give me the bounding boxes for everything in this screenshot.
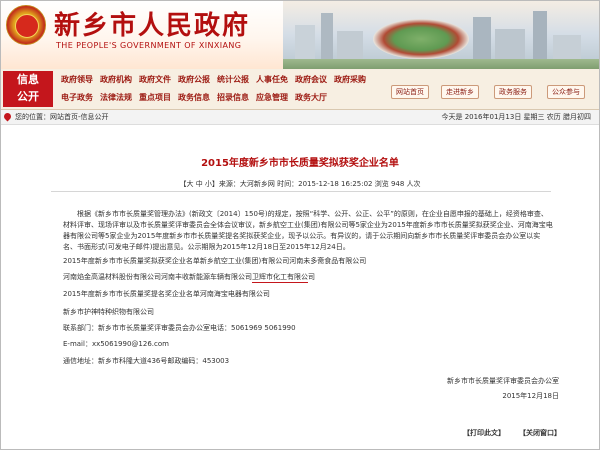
page: 新乡市人民政府 THE PEOPLE'S GOVERNMENT OF XINXI…: [0, 0, 600, 450]
nav-item-emergency[interactable]: 应急管理: [256, 93, 288, 102]
signature-org: 新乡市市长质量奖评审委员会办公室: [447, 377, 559, 385]
article-meta: 【大 中 小】来源：大河新乡网 时间：2015-12-18 16:25:02 浏…: [179, 180, 421, 188]
home-button[interactable]: 网站首页: [391, 85, 429, 99]
gov-services-button[interactable]: 政务服务: [494, 85, 532, 99]
article-paragraph: 根据《新乡市市长质量奖管理办法》(新政文〔2014〕150号)的规定，按照“科学…: [63, 210, 553, 251]
nav-item-gov-bulletin[interactable]: 政府公报: [178, 75, 210, 84]
site-header: 新乡市人民政府 THE PEOPLE'S GOVERNMENT OF XINXI…: [1, 1, 599, 69]
nav-item-service-hall[interactable]: 政务大厅: [295, 93, 327, 102]
current-date: 今天是 2016年01月13日 星期三 农历 腊月初四: [441, 113, 591, 121]
email-line[interactable]: E-mail：xx5061990@126.com: [63, 339, 169, 349]
nav-item-gov-documents[interactable]: 政府文件: [139, 75, 171, 84]
location-pin-icon: [2, 111, 13, 122]
nomination-list-line: 新乡市护神特种织物有限公司: [63, 308, 154, 316]
nav-item-laws[interactable]: 法律法规: [100, 93, 132, 102]
highlight-underline: [252, 282, 308, 283]
article-title: 2015年度新乡市市长质量奖拟获奖企业名单: [201, 158, 399, 169]
nav-row-1: 政府领导 政府机构 政府文件 政府公报 统计公报 人事任免 政府会议 政府采购: [61, 74, 373, 85]
nav-item-stat-bulletin[interactable]: 统计公报: [217, 75, 249, 84]
main-nav: 信息 公开 政府领导 政府机构 政府文件 政府公报 统计公报 人事任免 政府会议 政府采购 电…: [1, 69, 599, 110]
print-article-button[interactable]: 【打印此文】: [463, 428, 505, 438]
award-list-line: 河南焰金高温材料股份有限公司河南丰收新能源车辆有限公司卫辉市化工有限公司: [63, 273, 315, 281]
nomination-list-line: 2015年度新乡市市长质量奖提名奖企业名单河南海宝电器有限公司: [63, 290, 270, 298]
nav-item-gov-agencies[interactable]: 政府机构: [100, 75, 132, 84]
national-emblem-icon: [6, 5, 46, 45]
address-line: 通信地址：新乡市科隆大道436号邮政编码：453003: [63, 357, 230, 365]
site-subtitle: THE PEOPLE'S GOVERNMENT OF XINXIANG: [56, 41, 242, 50]
award-list-line: 2015年度新乡市市长质量奖拟获奖企业名单新乡航空工业(集团)有限公司河南未多斋…: [63, 257, 367, 265]
nav-item-procurement[interactable]: 政府采购: [334, 75, 366, 84]
signature-date: 2015年12月18日: [502, 392, 559, 400]
nav-item-recruitment[interactable]: 招录信息: [217, 93, 249, 102]
nav-row-2: 电子政务 法律法规 重点项目 政务信息 招录信息 应急管理 政务大厅: [61, 92, 334, 103]
about-xinxiang-button[interactable]: 走进新乡: [441, 85, 479, 99]
divider: [51, 191, 551, 192]
nav-item-gov-info[interactable]: 政务信息: [178, 93, 210, 102]
nav-item-key-projects[interactable]: 重点项目: [139, 93, 171, 102]
nav-item-appointments[interactable]: 人事任免: [256, 75, 288, 84]
close-window-button[interactable]: 【关闭窗口】: [519, 428, 561, 438]
city-banner-image: [283, 1, 599, 69]
location-bar: 您的位置：网站首页-信息公开 今天是 2016年01月13日 星期三 农历 腊月…: [1, 110, 599, 125]
nav-item-gov-leaders[interactable]: 政府领导: [61, 75, 93, 84]
site-title: 新乡市人民政府: [54, 11, 251, 41]
breadcrumb[interactable]: 您的位置：网站首页-信息公开: [15, 110, 109, 124]
nav-item-gov-meetings[interactable]: 政府会议: [295, 75, 327, 84]
contact-line: 联系部门：新乡市市长质量奖评审委员会办公室电话：5061969 5061990: [63, 324, 296, 332]
nav-item-e-gov[interactable]: 电子政务: [61, 93, 93, 102]
public-participation-button[interactable]: 公众参与: [547, 85, 585, 99]
info-disclosure-label: 信息 公开: [3, 71, 53, 107]
